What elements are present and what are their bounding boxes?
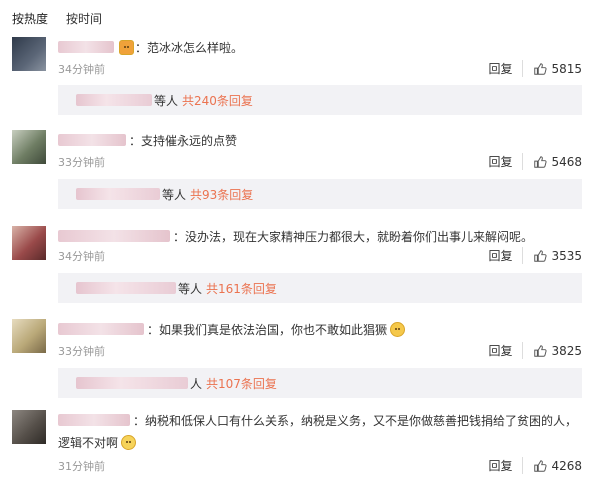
reply-button[interactable]: 回复 <box>488 153 524 170</box>
like-button[interactable]: 3535 <box>533 249 582 263</box>
username-blurred[interactable] <box>58 414 130 426</box>
username-blurred[interactable] <box>58 41 114 53</box>
comment-time: 31分钟前 <box>58 460 105 473</box>
comment-item: ：纳税和低保人口有什么关系，纳税是义务，又不是你做慈善把钱捐给了贫困的人， 逻辑… <box>12 410 582 480</box>
username-blurred[interactable] <box>58 323 144 335</box>
reply-summary[interactable]: 等人 共240条回复 <box>58 85 582 115</box>
comment-actions: 回复 3825 <box>488 342 582 359</box>
comment-actions: 回复 5468 <box>488 153 582 170</box>
comment-actions: 回复 4268 <box>488 457 582 474</box>
username-blurred[interactable] <box>58 134 126 146</box>
reply-users-blurred <box>76 282 176 294</box>
reply-summary[interactable]: 等人 共161条回复 <box>58 273 582 303</box>
comment-text: ：如果我们真是依法治国，你也不敢如此猖獗 <box>147 322 388 337</box>
reply-count-link[interactable]: 共161条回复 <box>206 280 277 297</box>
user-badge-icon <box>119 39 134 55</box>
comment-text-continued: 逻辑不对啊 <box>58 434 137 451</box>
sort-bar: 按热度 按时间 <box>12 8 102 28</box>
reply-prefix: 等人 <box>162 187 187 202</box>
comment-time: 33分钟前 <box>58 345 105 358</box>
reply-button[interactable]: 回复 <box>488 247 524 264</box>
like-count: 3825 <box>551 343 582 358</box>
reply-count-link[interactable]: 共240条回复 <box>182 92 253 109</box>
avatar[interactable] <box>12 410 46 444</box>
reply-users-blurred <box>76 377 188 389</box>
reply-button[interactable]: 回复 <box>488 457 524 474</box>
reply-users-blurred <box>76 188 160 200</box>
comment-item: ：没办法，现在大家精神压力都很大，就盼着你们出事儿来解闷呢。 34分钟前 回复 … <box>12 226 582 306</box>
comment-text: ：支持催永远的点赞 <box>129 133 238 148</box>
like-count: 4268 <box>551 458 582 473</box>
avatar[interactable] <box>12 37 46 71</box>
reply-button[interactable]: 回复 <box>488 342 524 359</box>
thumbs-up-icon <box>534 249 548 262</box>
thumbs-up-icon <box>534 62 548 75</box>
like-count: 5815 <box>551 61 582 76</box>
like-button[interactable]: 5468 <box>533 155 582 169</box>
comment-text: ：没办法，现在大家精神压力都很大，就盼着你们出事儿来解闷呢。 <box>173 229 534 244</box>
sort-by-hot[interactable]: 按热度 <box>12 10 48 27</box>
emoji-icon <box>390 321 406 337</box>
reply-prefix: 人 <box>190 376 203 391</box>
comment-item: ：支持催永远的点赞 33分钟前 回复 5468 等人 共93条回复 <box>12 130 582 210</box>
emoji-icon <box>121 435 137 450</box>
reply-count-link[interactable]: 共107条回复 <box>206 375 277 392</box>
avatar[interactable] <box>12 130 46 164</box>
like-button[interactable]: 5815 <box>533 62 582 76</box>
comment-time: 34分钟前 <box>58 63 105 76</box>
comment-actions: 回复 3535 <box>488 247 582 264</box>
reply-summary[interactable]: 人 共107条回复 <box>58 368 582 398</box>
reply-prefix: 等人 <box>178 281 203 296</box>
comment-item: ：如果我们真是依法治国，你也不敢如此猖獗 33分钟前 回复 3825 人 共10… <box>12 319 582 399</box>
reply-summary[interactable]: 等人 共93条回复 <box>58 179 582 209</box>
comment-actions: 回复 5815 <box>488 60 582 77</box>
avatar[interactable] <box>12 226 46 260</box>
sort-by-time[interactable]: 按时间 <box>66 10 102 27</box>
comment-time: 34分钟前 <box>58 250 105 263</box>
thumbs-up-icon <box>534 155 548 168</box>
like-button[interactable]: 3825 <box>533 344 582 358</box>
comment-text: ：纳税和低保人口有什么关系，纳税是义务，又不是你做慈善把钱捐给了贫困的人， <box>133 413 578 428</box>
reply-button[interactable]: 回复 <box>488 60 524 77</box>
comment-item: ：范冰冰怎么样啦。 34分钟前 回复 5815 等人 共240条回复 <box>12 37 582 117</box>
like-count: 5468 <box>551 154 582 169</box>
avatar[interactable] <box>12 319 46 353</box>
username-blurred[interactable] <box>58 230 170 242</box>
like-button[interactable]: 4268 <box>533 459 582 473</box>
reply-prefix: 等人 <box>154 93 179 108</box>
thumbs-up-icon <box>534 344 548 357</box>
thumbs-up-icon <box>534 459 548 472</box>
reply-users-blurred <box>76 94 152 106</box>
comment-text: ：范冰冰怎么样啦。 <box>135 40 244 55</box>
like-count: 3535 <box>551 248 582 263</box>
reply-count-link[interactable]: 共93条回复 <box>190 186 253 203</box>
comment-text-line2: 逻辑不对啊 <box>58 436 119 450</box>
comment-time: 33分钟前 <box>58 156 105 169</box>
